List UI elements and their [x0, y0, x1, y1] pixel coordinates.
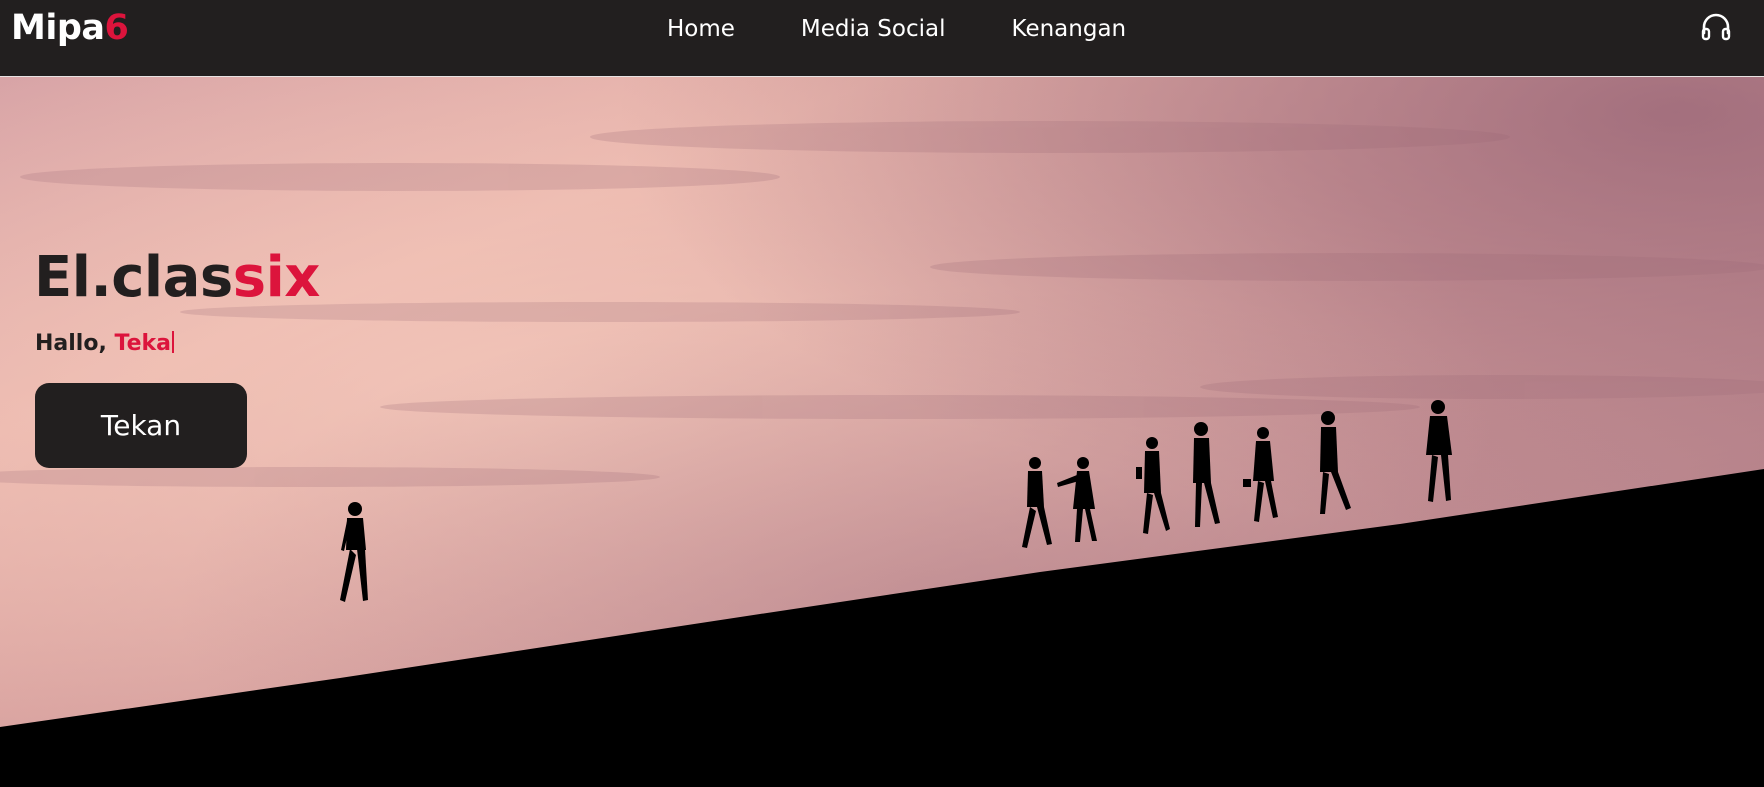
hero-background-image [0, 77, 1764, 787]
brand-suffix: 6 [104, 8, 129, 48]
navbar: Mipa6 Home Media Social Kenangan [0, 0, 1764, 77]
nav-link-kenangan[interactable]: Kenangan [1012, 16, 1127, 42]
greeting-text: Hallo, Teka [35, 331, 174, 356]
hero-title-main: El.clas [34, 245, 233, 310]
greeting-prefix: Hallo, [35, 331, 115, 356]
headphones-icon[interactable] [1700, 12, 1732, 42]
hero-title: El.classix [34, 245, 320, 310]
main-nav: Home Media Social Kenangan [667, 0, 1126, 58]
hero-title-accent: six [232, 245, 321, 310]
hero-section: El.classix Hallo, Teka Tekan [0, 77, 1764, 787]
tekan-button[interactable]: Tekan [35, 383, 247, 468]
typing-cursor [171, 331, 174, 353]
nav-link-home[interactable]: Home [667, 16, 735, 42]
greeting-typed-text: Teka [114, 331, 171, 356]
brand-logo[interactable]: Mipa6 [11, 8, 129, 48]
brand-name: Mipa [11, 8, 105, 48]
nav-link-media-social[interactable]: Media Social [801, 16, 946, 42]
